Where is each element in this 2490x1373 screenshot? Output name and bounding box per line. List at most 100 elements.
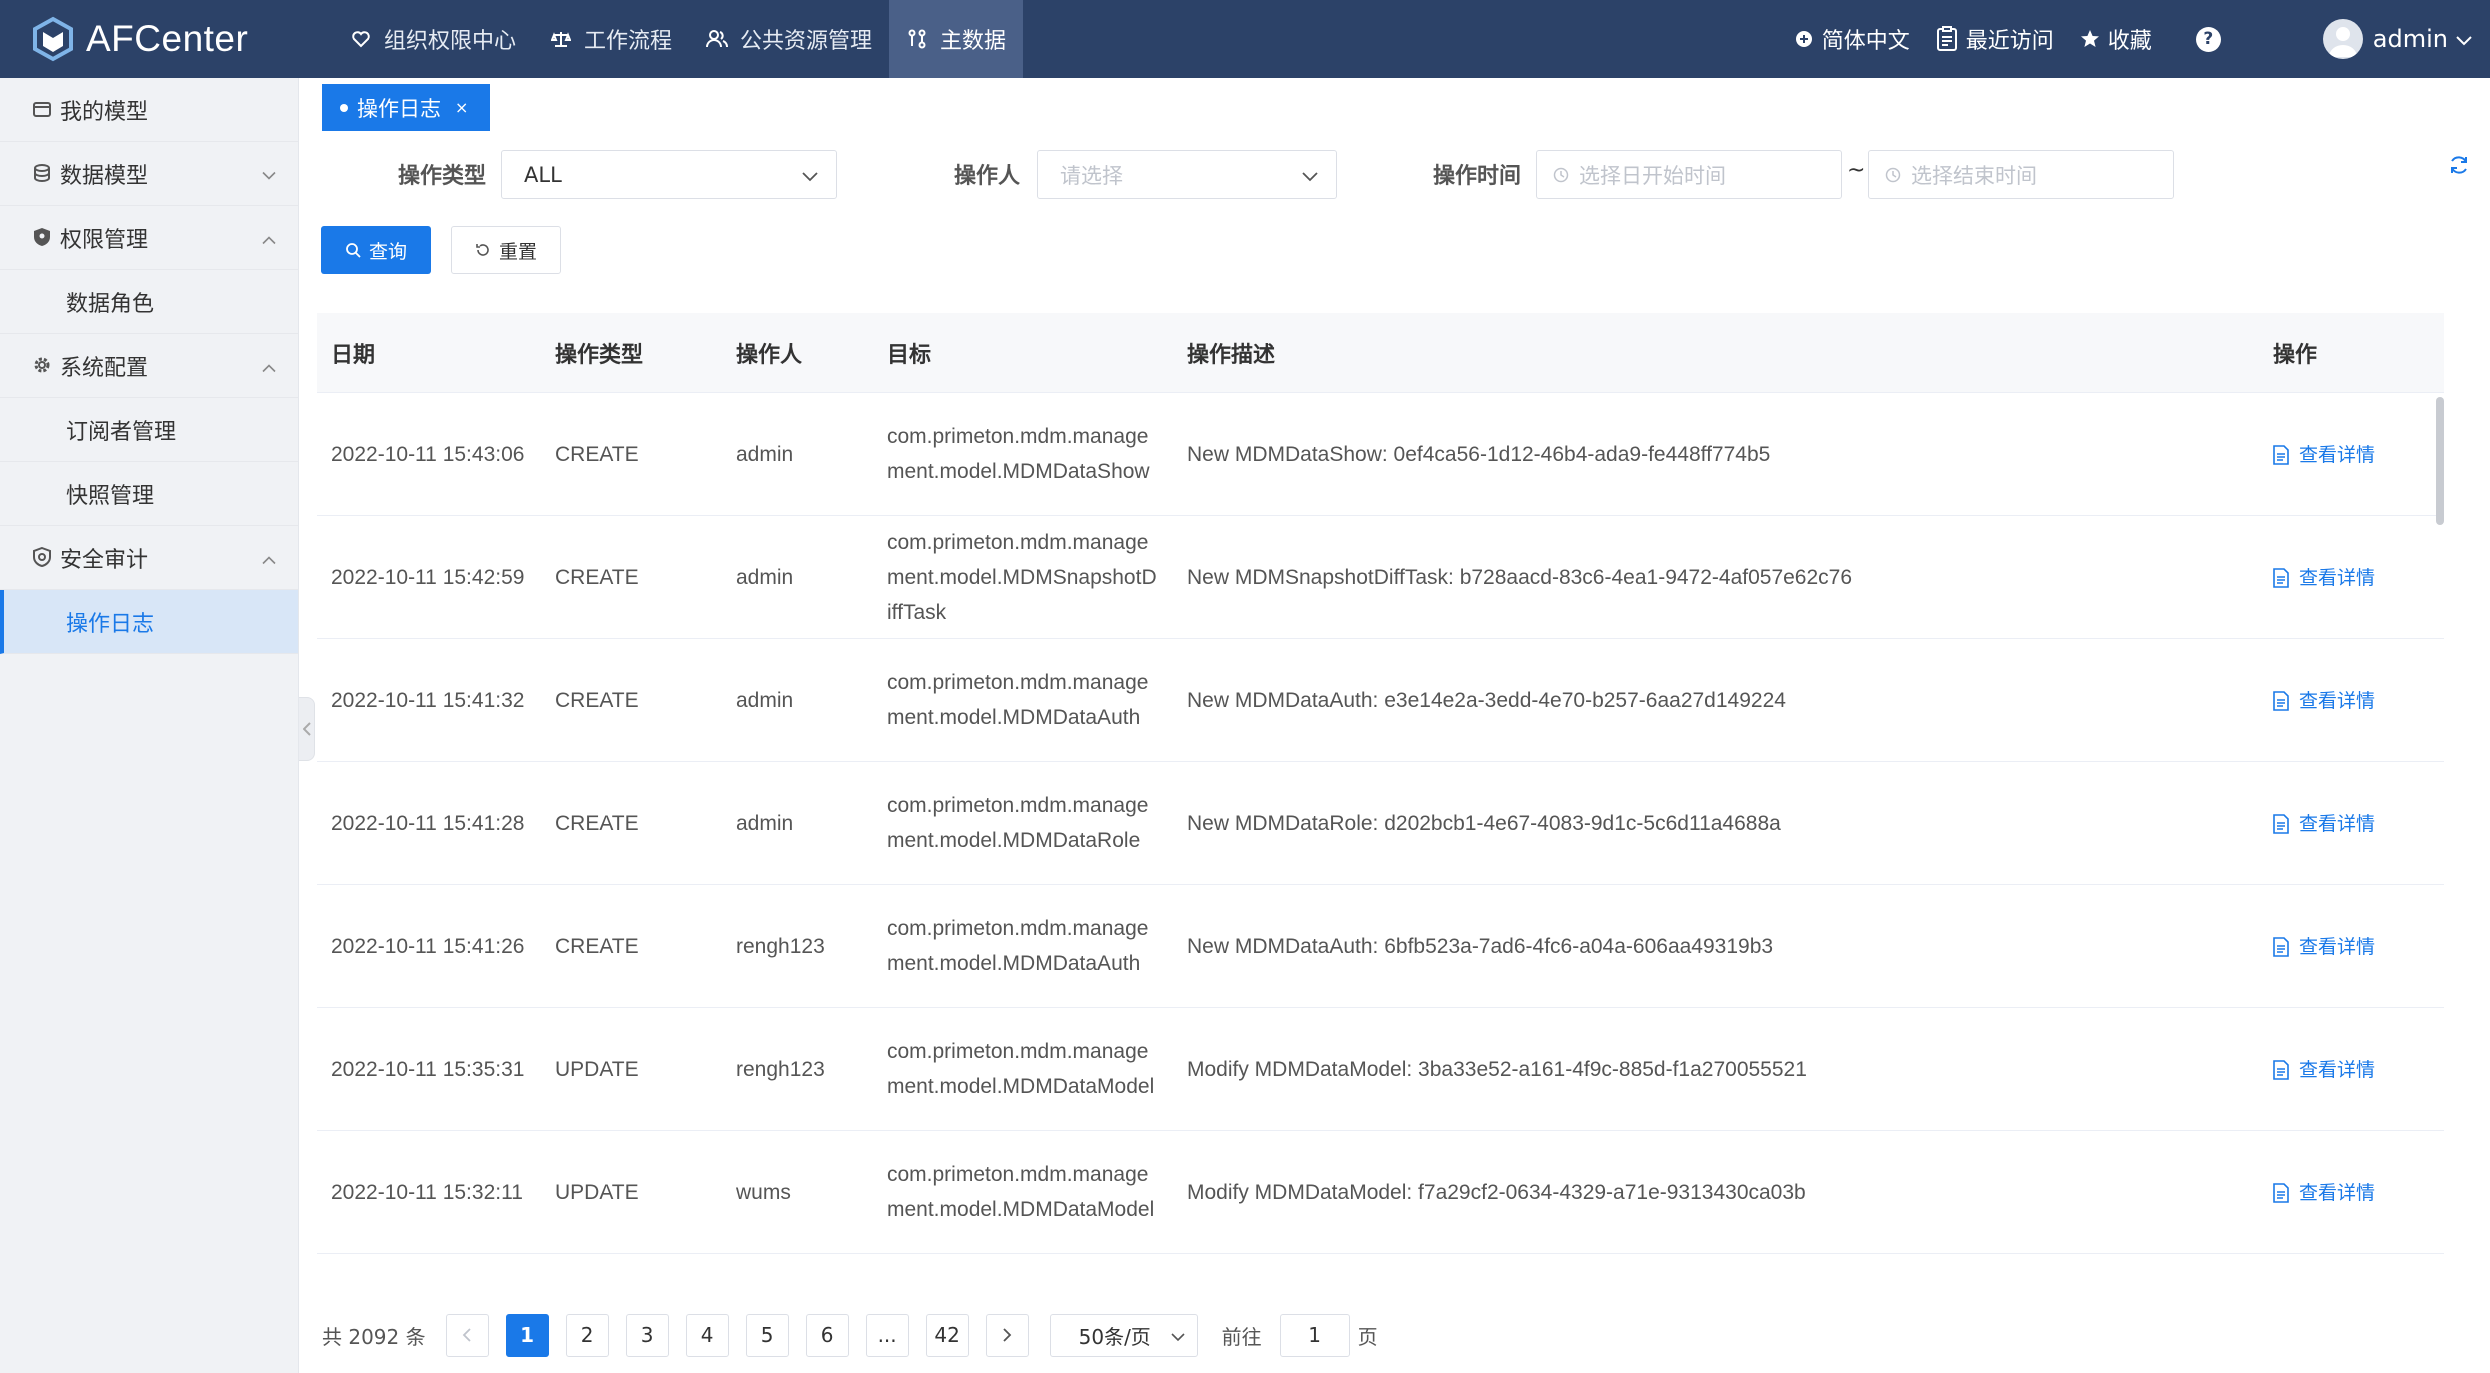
cell-type: CREATE [555,688,639,712]
sidebar-item-my-models[interactable]: 我的模型 [0,78,298,142]
recent-visits[interactable]: 最近访问 [1936,23,2054,55]
page-button[interactable]: 3 [625,1313,669,1357]
next-page-button[interactable] [985,1313,1029,1357]
operator-label: 操作人 [954,164,1021,189]
view-details-link[interactable]: 查看详情 [2273,561,2375,596]
cell-target: com.primeton.mdm.management.model.MDMSna… [887,530,1157,624]
view-details-link[interactable]: 查看详情 [2273,438,2375,473]
page-button[interactable]: 4 [685,1313,729,1357]
page-button[interactable]: 1 [505,1313,549,1357]
sidebar-item-data-models[interactable]: 数据模型 [0,142,298,206]
cell-target: com.primeton.mdm.management.model.MDMDat… [887,1040,1155,1098]
globe-icon [1794,29,1814,49]
operation-log-table: 日期 操作类型 操作人 目标 操作描述 操作 2022-10-11 15:43:… [317,313,2444,1296]
cell-target: com.primeton.mdm.management.model.MDMDat… [887,794,1149,852]
operator-select[interactable]: 请选择 [1037,150,1337,199]
sidebar-item-permissions[interactable]: 权限管理 [0,206,298,270]
view-details-link[interactable]: 查看详情 [2273,1053,2375,1088]
nav-public-resources[interactable]: 公共资源管理 [689,0,889,78]
view-details-link[interactable]: 查看详情 [2273,807,2375,842]
help-icon[interactable]: ? [2195,26,2221,52]
sidebar-item-security-audit[interactable]: 安全审计 [0,526,298,590]
sidebar-item-label: 安全审计 [60,547,149,573]
nav-master-data[interactable]: 主数据 [889,0,1024,78]
cell-date: 2022-10-11 15:41:26 [331,934,525,958]
table-scrollbar[interactable] [2436,397,2444,525]
sidebar-item-label: 我的模型 [60,99,149,125]
view-details-link[interactable]: 查看详情 [2273,1176,2375,1211]
operation-type-select[interactable]: ALL [501,150,837,199]
nav-master-data-label: 主数据 [940,29,1007,54]
goto-page-input[interactable]: 1 [1279,1313,1350,1357]
page-button[interactable]: 2 [565,1313,609,1357]
cell-description: New MDMDataRole: d202bcb1-4e67-4083-9d1c… [1187,811,1781,835]
page-size-select[interactable]: 50条/页 [1049,1313,1198,1357]
view-details-label: 查看详情 [2299,566,2376,589]
query-button[interactable]: 查询 [321,226,431,274]
prev-page-button[interactable] [445,1313,489,1357]
cell-action: 查看详情 [2259,555,2444,600]
clipboard-icon [1936,26,1958,52]
table-header: 日期 操作类型 操作人 目标 操作描述 操作 [317,313,2444,393]
cell-type: UPDATE [555,1180,639,1204]
close-icon[interactable]: × [455,98,468,117]
favorites[interactable]: 收藏 [2080,23,2152,55]
view-details-link[interactable]: 查看详情 [2273,684,2375,719]
view-details-label: 查看详情 [2299,689,2376,712]
page-button[interactable]: 5 [745,1313,789,1357]
cell-action: 查看详情 [2259,924,2444,969]
sidebar-item-system-config[interactable]: 系统配置 [0,334,298,398]
favorites-label: 收藏 [2107,29,2152,54]
table-row: 2022-10-11 15:41:26 CREATE rengh123 com.pri… [317,885,2444,1008]
cell-operator: rengh123 [736,934,825,958]
sidebar-item-data-roles[interactable]: 数据角色 [0,270,298,334]
chevron-up-icon [262,545,276,570]
sidebar-item-snapshots[interactable]: 快照管理 [0,462,298,526]
chevron-right-icon [1003,1328,1012,1342]
user-name[interactable]: admin [2373,25,2448,53]
shield-icon [32,227,54,249]
brand[interactable]: AFCenter [0,0,320,78]
cell-date: 2022-10-11 15:32:11 [331,1180,523,1204]
cell-type: CREATE [555,811,639,835]
column-header-description: 操作描述 [1187,342,1276,368]
end-time-input[interactable]: 选择结束时间 [1868,150,2174,199]
sidebar-collapse-handle[interactable] [299,697,315,761]
nav-org-permission[interactable]: 组织权限中心 [333,0,533,78]
start-time-input[interactable]: 选择日开始时间 [1536,150,1842,199]
table-row: 2022-10-11 15:41:28 CREATE admin com.primet… [317,762,2444,885]
cell-date: 2022-10-11 15:42:59 [331,565,525,589]
refresh-icon[interactable] [2448,154,2470,181]
cell-operator: admin [736,688,794,712]
avatar[interactable] [2322,19,2363,59]
tab-operation-log[interactable]: 操作日志 × [322,84,490,131]
search-icon [345,242,361,258]
sidebar-item-operation-log[interactable]: 操作日志 [0,590,298,654]
cell-date: 2022-10-11 15:41:32 [331,688,525,712]
cell-description: New MDMDataShow: 0ef4ca56-1d12-46b4-ada9… [1187,442,1771,466]
top-nav: 组织权限中心 工作流程 公共资源管理 主数据 [333,0,1024,78]
nav-workflow-label: 工作流程 [584,29,673,54]
reset-button[interactable]: 重置 [451,226,561,274]
language-switch[interactable]: 简体中文 [1794,23,1910,55]
cell-date: 2022-10-11 15:43:06 [331,442,525,466]
app-name: AFCenter [86,18,249,59]
column-header-type: 操作类型 [555,342,644,368]
nav-workflow[interactable]: 工作流程 [533,0,689,78]
cell-operator: admin [736,811,794,835]
top-bar: AFCenter 组织权限中心 工作流程 公共资源管理 主数据 简体中文 最近访… [0,0,2490,78]
table-row: 2022-10-11 15:32:11 UPDATE wums com.primeto… [317,1131,2444,1254]
cell-type: UPDATE [555,1057,639,1081]
recent-visits-label: 最近访问 [1965,29,2054,54]
chevron-down-icon[interactable] [2456,27,2472,51]
cell-type: CREATE [555,565,639,589]
sidebar-item-subscribers[interactable]: 订阅者管理 [0,398,298,462]
page-button[interactable]: 42 [925,1313,969,1357]
table-body: 2022-10-11 15:43:06 CREATE admin com.primet… [317,393,2444,1296]
page-button[interactable]: 6 [805,1313,849,1357]
model-icon [32,99,54,121]
cell-description: New MDMDataAuth: 6bfb523a-7ad6-4fc6-a04a… [1187,934,1774,958]
column-header-date: 日期 [331,342,376,368]
view-details-link[interactable]: 查看详情 [2273,930,2375,965]
page-ellipsis[interactable]: ... [865,1313,909,1357]
